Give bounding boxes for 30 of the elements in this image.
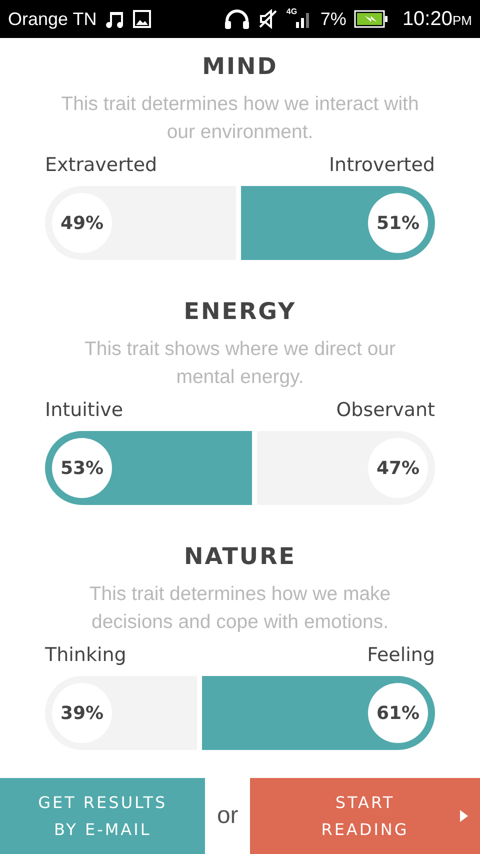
caret-icon [460, 810, 468, 822]
trait-label: Extraverted [45, 154, 158, 176]
or-separator: or [216, 801, 240, 831]
carrier-name: Orange TN [8, 8, 97, 30]
trait-label: Thinking [45, 644, 126, 666]
clock: 10:20PM [402, 8, 472, 30]
email-results-button[interactable]: GET RESULTS BY E-MAIL [0, 778, 206, 854]
headphones-icon [224, 8, 250, 30]
trait-description: This trait shows where we direct our mental energy. [83, 337, 397, 390]
battery-charging-icon [354, 10, 388, 28]
trait-label: Intuitive [45, 399, 124, 421]
trait-label: Observant [336, 399, 435, 421]
trait-title: ENERGY [184, 299, 296, 325]
trait-label: Introverted [328, 154, 435, 176]
battery-percent: 7% [320, 8, 346, 30]
image-icon [132, 10, 151, 28]
start-reading-button[interactable]: START READING [250, 778, 480, 854]
percent-label: 49% [52, 193, 112, 253]
trait-title: NATURE [184, 544, 296, 570]
trait-title: MIND [202, 54, 278, 80]
music-note-icon [104, 9, 125, 29]
trait-description: This trait determines how we interact with our environment. [60, 92, 420, 145]
trait-description: This trait determines how we make decisions and cope with emotions. [88, 582, 392, 635]
percent-label: 47% [368, 438, 428, 498]
percent-label: 39% [52, 683, 112, 743]
percent-label: 61% [368, 683, 428, 743]
trait-label: Feeling [367, 644, 435, 666]
percent-label: 51% [368, 193, 428, 253]
muted-speaker-icon [258, 9, 278, 29]
percent-label: 53% [52, 438, 112, 498]
